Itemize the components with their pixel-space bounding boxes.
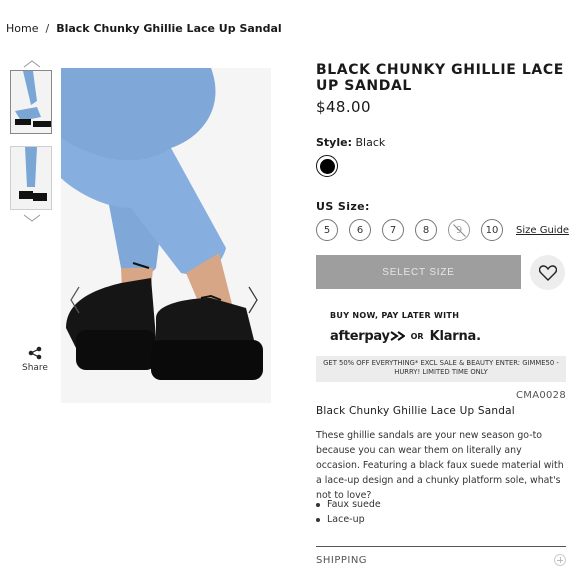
description-title: Black Chunky Ghillie Lace Up Sandal <box>316 405 515 417</box>
product-code: CMA0028 <box>516 390 567 401</box>
size-option-5[interactable]: 5 <box>316 219 338 241</box>
style-selector-label: Style: Black <box>316 136 385 149</box>
share-button[interactable]: Share <box>20 346 50 373</box>
size-guide-link[interactable]: Size Guide <box>516 225 569 236</box>
afterpay-logo: afterpay <box>330 329 406 344</box>
size-option-10[interactable]: 10 <box>481 219 503 241</box>
chevron-down-icon[interactable] <box>10 212 54 224</box>
or-label: OR <box>410 332 424 341</box>
wishlist-button[interactable] <box>530 255 565 290</box>
heart-icon <box>538 264 557 281</box>
breadcrumb: Home / Black Chunky Ghillie Lace Up Sand… <box>6 22 282 35</box>
afterpay-text: afterpay <box>330 329 390 344</box>
breadcrumb-separator: / <box>45 22 50 35</box>
size-label: US Size: <box>316 200 370 213</box>
size-option-8[interactable]: 8 <box>415 219 437 241</box>
klarna-logo: Klarna. <box>429 329 481 344</box>
size-option-7[interactable]: 7 <box>382 219 404 241</box>
chevron-right-icon[interactable] <box>247 286 259 318</box>
shipping-accordion[interactable]: SHIPPING <box>316 546 566 566</box>
style-label: Style: <box>316 136 352 149</box>
promo-banner: GET 50% OFF EVERYTHING* EXCL SALE & BEAU… <box>316 356 566 382</box>
product-title: BLACK CHUNKY GHILLIE LACE UP SANDAL <box>316 62 564 94</box>
bnpl-heading: BUY NOW, PAY LATER WITH <box>330 311 460 320</box>
plus-icon[interactable] <box>554 554 566 566</box>
chevron-up-icon[interactable] <box>10 58 54 70</box>
list-item: Lace-up <box>316 512 381 527</box>
breadcrumb-current: Black Chunky Ghillie Lace Up Sandal <box>56 22 282 35</box>
product-description: These ghillie sandals are your new seaso… <box>316 430 564 501</box>
thumbnail-strip <box>10 58 54 224</box>
product-image <box>61 68 271 403</box>
share-icon <box>28 346 42 360</box>
chevron-left-icon[interactable] <box>69 286 81 318</box>
color-swatch-black[interactable] <box>316 155 338 177</box>
size-option-6[interactable]: 6 <box>349 219 371 241</box>
select-size-button[interactable]: SELECT SIZE <box>316 255 521 289</box>
feature-list: Faux suede Lace-up <box>316 497 381 527</box>
breadcrumb-home-link[interactable]: Home <box>6 22 38 35</box>
style-value: Black <box>355 136 386 149</box>
swatch-fill <box>319 158 335 174</box>
payment-logos: afterpay OR Klarna. <box>330 329 481 344</box>
product-price: $48.00 <box>316 98 371 116</box>
size-option-9-soldout: 9 <box>448 219 470 241</box>
shipping-label: SHIPPING <box>316 554 368 566</box>
sandal-thumbnail-2[interactable] <box>10 146 52 210</box>
list-item: Faux suede <box>316 497 381 512</box>
share-label: Share <box>22 363 48 373</box>
size-options: 5 6 7 8 9 10 Size Guide <box>316 219 569 241</box>
sandal-thumbnail-1[interactable] <box>10 70 52 134</box>
